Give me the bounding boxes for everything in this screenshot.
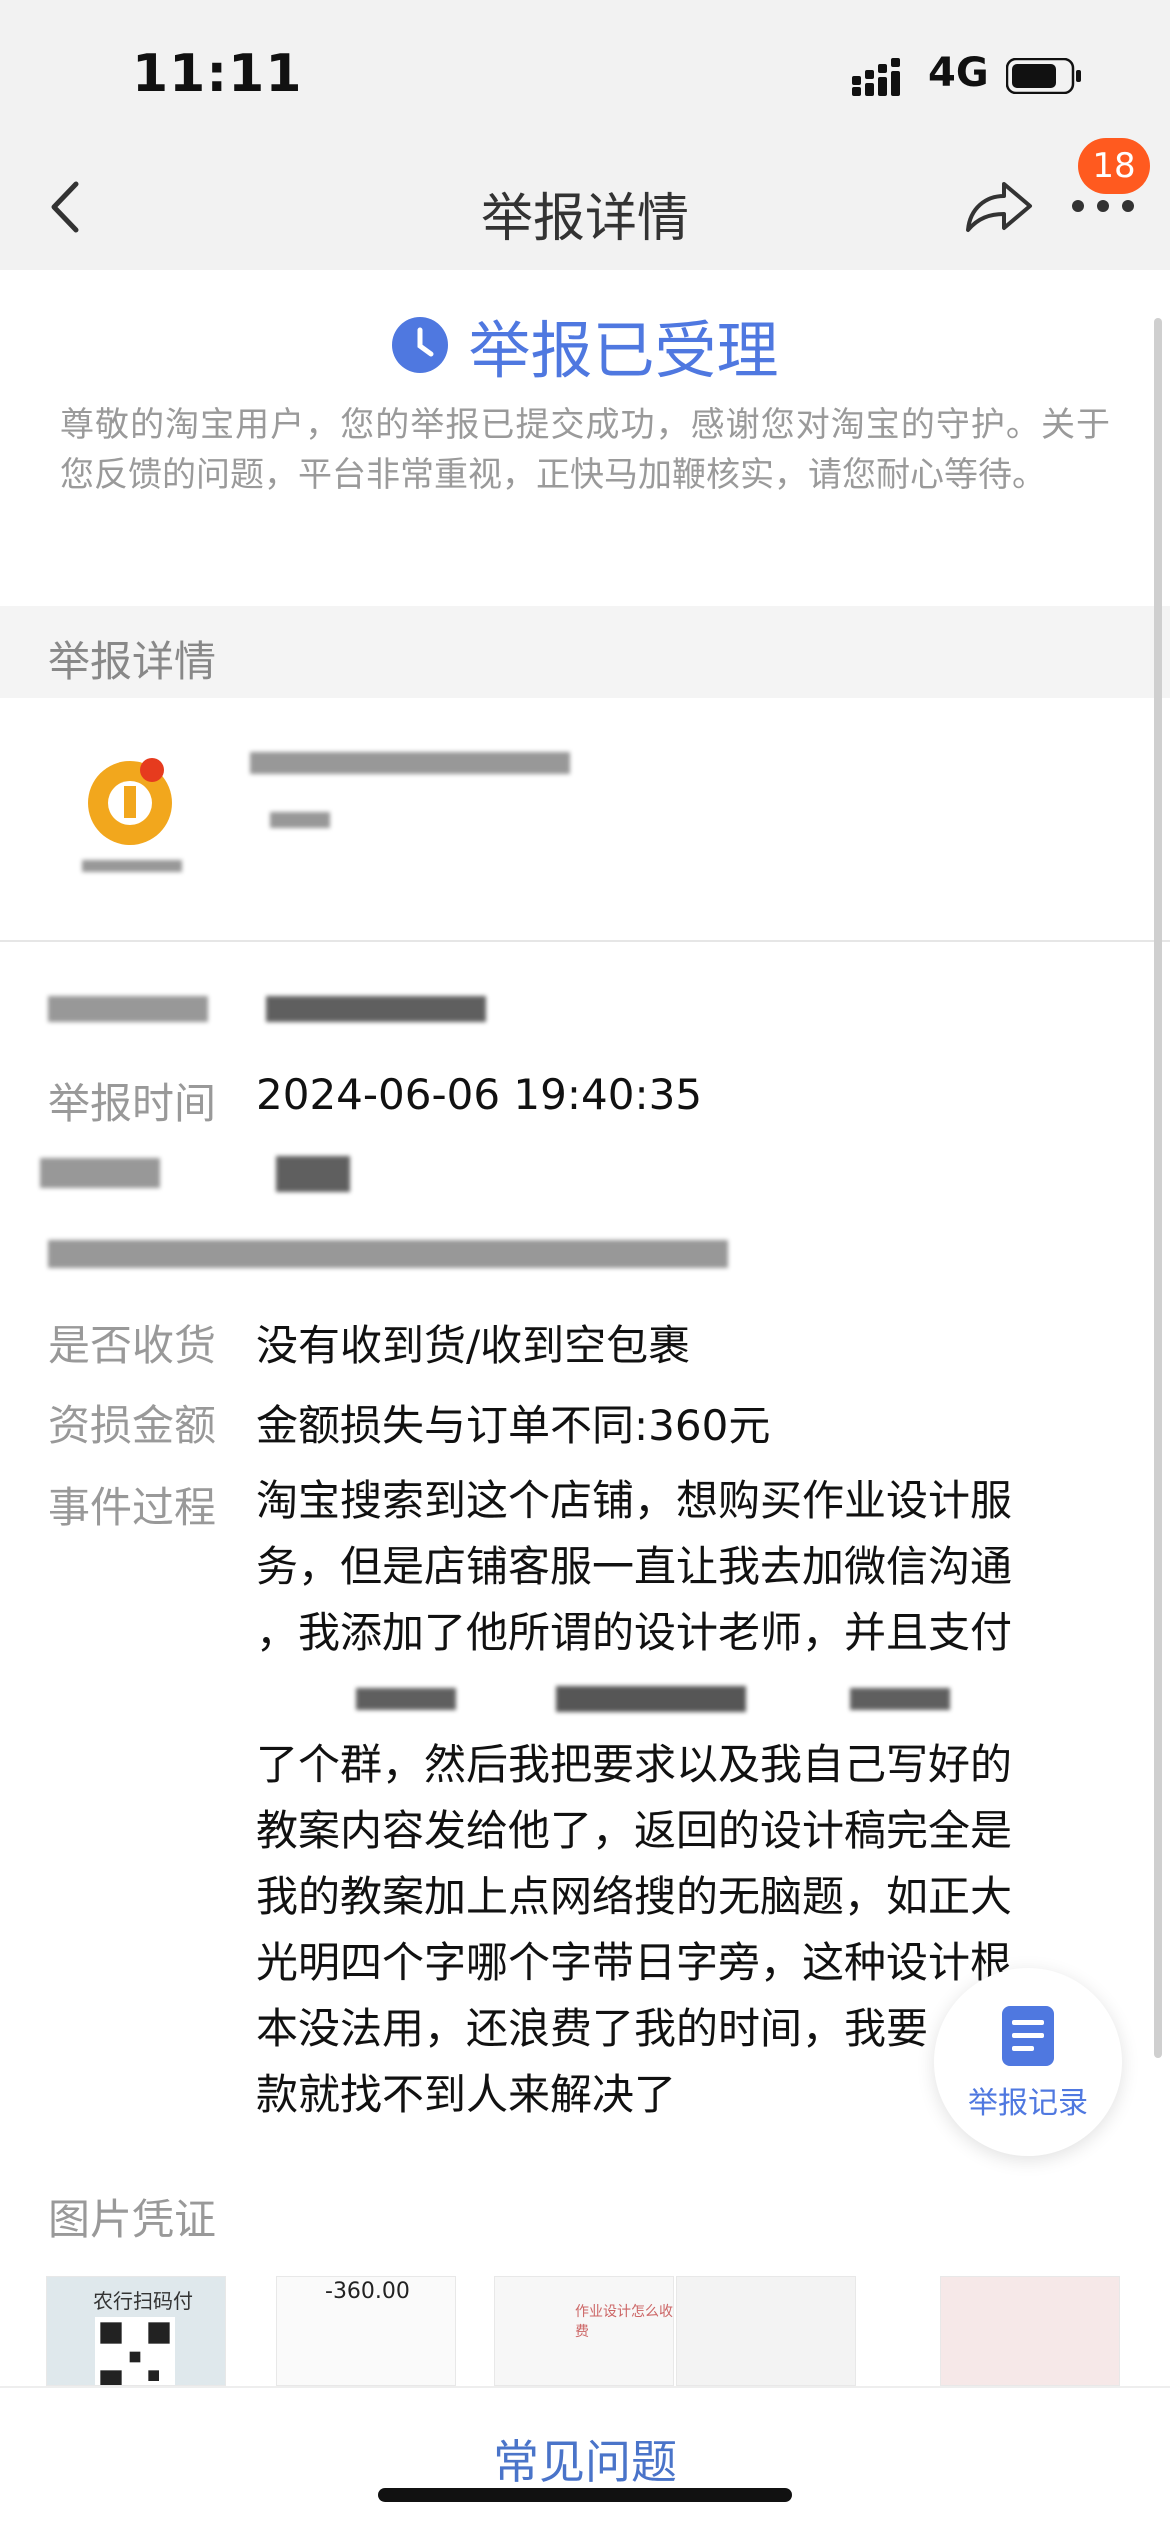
share-icon[interactable] bbox=[960, 172, 1036, 242]
process-line: 了个群，然后我把要求以及我自己写好的 bbox=[256, 1740, 1013, 1789]
redacted-info bbox=[250, 752, 570, 774]
thumb-caption: -360.00 bbox=[325, 2279, 410, 2304]
received-value: 没有收到货/收到空包裹 bbox=[256, 1321, 691, 1370]
process-line: 光明四个字哪个字带日字旁，这种设计根 bbox=[256, 1938, 1013, 1987]
loss-value: 金额损失与订单不同:360元 bbox=[256, 1401, 771, 1450]
home-indicator[interactable] bbox=[378, 2488, 792, 2502]
evidence-image[interactable]: 农行扫码付 bbox=[46, 2276, 226, 2386]
evidence-image[interactable] bbox=[676, 2276, 856, 2386]
battery-icon bbox=[1006, 58, 1081, 94]
redacted-info bbox=[270, 812, 330, 828]
process-line: 淘宝搜索到这个店铺，想购买作业设计服 bbox=[256, 1476, 1013, 1525]
evidence-image[interactable] bbox=[940, 2276, 1120, 2386]
received-label: 是否收货 bbox=[48, 1321, 217, 1370]
process-line: 务，但是店铺客服一直让我去加微信沟通 bbox=[256, 1542, 1013, 1591]
redacted-row bbox=[48, 1240, 728, 1268]
process-line: ，我添加了他所谓的设计老师，并且支付 bbox=[256, 1608, 1013, 1657]
report-time-value: 2024-06-06 19:40:35 bbox=[256, 1070, 703, 1119]
loss-label: 资损金额 bbox=[48, 1401, 217, 1450]
redacted-row bbox=[40, 1158, 160, 1188]
process-label: 事件过程 bbox=[48, 1483, 217, 1532]
process-line: 教案内容发给他了，返回的设计稿完全是 bbox=[256, 1806, 1013, 1855]
divider bbox=[0, 940, 1170, 942]
qr-code-icon bbox=[95, 2317, 175, 2385]
process-line: 我的教案加上点网络搜的无脑题，如正大 bbox=[256, 1872, 1013, 1921]
faq-link[interactable]: 常见问题 bbox=[0, 2426, 1170, 2492]
section-title: 举报详情 bbox=[48, 637, 217, 686]
thumb-caption: 作业设计怎么收费 bbox=[575, 2304, 673, 2340]
image-evidence-title: 图片凭证 bbox=[48, 2195, 217, 2244]
signal-icon bbox=[852, 58, 900, 96]
report-records-button[interactable]: 举报记录 bbox=[934, 1968, 1122, 2156]
redacted-line bbox=[256, 1666, 1076, 1732]
shop-logo[interactable] bbox=[80, 748, 180, 848]
status-description: 尊敬的淘宝用户，您的举报已提交成功，感谢您对淘宝的守护。关于您反馈的问题，平台非… bbox=[60, 405, 1110, 495]
redacted-row bbox=[276, 1156, 350, 1192]
bottom-bar: 常见问题 bbox=[0, 2386, 1170, 2532]
redacted-row bbox=[266, 996, 486, 1022]
thumb-caption: 农行扫码付 bbox=[93, 2289, 193, 2313]
section-header: 举报详情 bbox=[0, 606, 1170, 698]
report-records-label: 举报记录 bbox=[968, 2086, 1088, 2121]
report-status: 举报已受理 bbox=[0, 300, 1170, 390]
clock-icon bbox=[392, 317, 449, 373]
report-time-label: 举报时间 bbox=[48, 1079, 217, 1128]
evidence-image[interactable]: 作业设计怎么收费 bbox=[494, 2276, 674, 2386]
redacted-shop-name bbox=[82, 860, 182, 872]
evidence-image[interactable]: -360.00 bbox=[276, 2276, 456, 2386]
network-type: 4G bbox=[928, 50, 989, 96]
scrollbar[interactable] bbox=[1154, 318, 1162, 2058]
status-time: 11:11 bbox=[132, 44, 303, 104]
document-icon bbox=[1002, 2006, 1054, 2066]
redacted-row bbox=[48, 996, 208, 1022]
notification-badge: 18 bbox=[1078, 138, 1150, 194]
status-title: 举报已受理 bbox=[468, 314, 779, 387]
